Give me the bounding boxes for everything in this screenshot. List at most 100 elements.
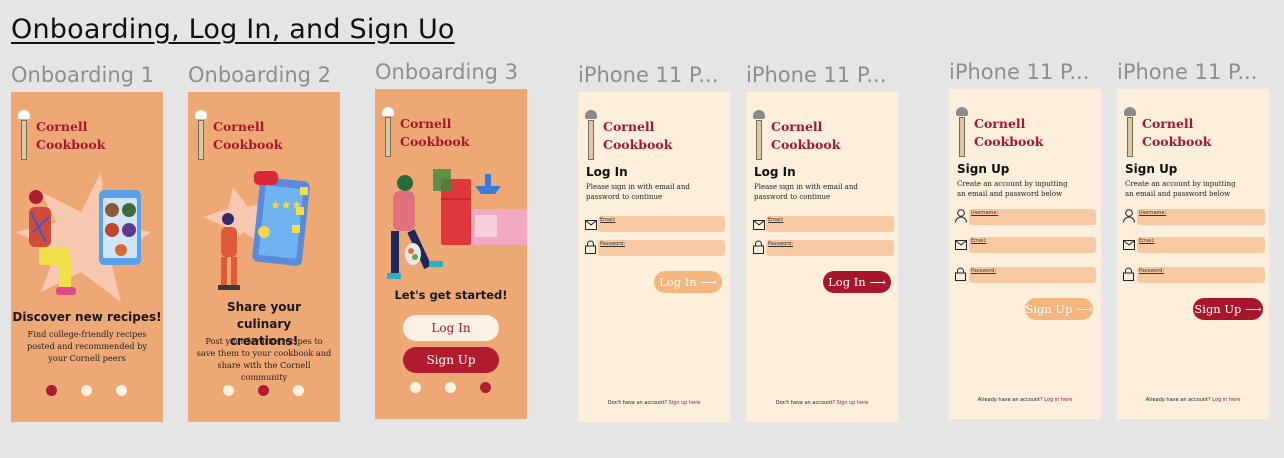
page-dot-2[interactable] — [258, 385, 269, 396]
brand-logo: Cornell Cookbook — [1123, 107, 1211, 157]
signup-link[interactable]: Sign up here — [669, 400, 701, 406]
user-icon — [1123, 209, 1135, 223]
mail-icon — [585, 220, 597, 230]
password-label: Password: — [600, 241, 626, 247]
login-link[interactable]: Log in here — [1212, 397, 1240, 403]
onboarding-headline: Let's get started! — [394, 288, 508, 302]
brand-logo: Cornell Cookbook — [194, 110, 282, 160]
frame-label-login-1[interactable]: iPhone 11 P... — [578, 63, 718, 87]
password-field[interactable]: Password: — [969, 267, 1096, 283]
email-label: Email: — [971, 238, 987, 244]
frame-label-signup-1[interactable]: iPhone 11 P... — [949, 60, 1089, 84]
frame-label-onboarding-1[interactable]: Onboarding 1 — [11, 63, 154, 87]
brand-logo: Cornell Cookbook — [752, 110, 840, 160]
login-subtitle: Please sign in with email and password t… — [586, 183, 690, 201]
brand-line-2: Cookbook — [771, 137, 841, 152]
mail-icon — [753, 220, 765, 230]
arrow-right-icon: ⟶ — [1245, 302, 1262, 316]
login-title: Log In — [754, 165, 796, 179]
page-dot-2[interactable] — [445, 382, 456, 393]
recipes-illustration — [16, 172, 151, 302]
username-field[interactable]: Username: — [1137, 209, 1265, 225]
footer-text: Already have an account? — [1145, 397, 1211, 403]
chef-spoon-icon — [17, 110, 31, 160]
brand-line-1: Cornell — [400, 116, 452, 131]
lock-icon — [753, 240, 764, 254]
page-title: Onboarding, Log In, and Sign Uo — [11, 14, 455, 45]
page-dot-2[interactable] — [81, 385, 92, 396]
share-illustration: ★★★ — [203, 171, 310, 290]
chef-spoon-icon — [752, 110, 766, 160]
frame-onboarding-1[interactable]: Cornell Cookbook Discover new recipes! Fi… — [11, 92, 163, 422]
page-dot-1[interactable] — [46, 385, 57, 396]
frame-signup-empty[interactable]: Cornell Cookbook Sign Up Create an accoun… — [949, 89, 1101, 419]
brand-logo: Cornell Cookbook — [17, 110, 105, 160]
frame-onboarding-3[interactable]: Cornell Cookbook Let's get started! Log I… — [375, 89, 527, 419]
brand-line-1: Cornell — [603, 119, 655, 134]
chef-spoon-icon — [584, 110, 598, 160]
chef-spoon-icon — [1123, 107, 1137, 157]
brand-line-1: Cornell — [36, 119, 88, 134]
frame-login-filled[interactable]: Cornell Cookbook Log In Please sign in wi… — [746, 92, 898, 422]
email-field[interactable]: Email: — [766, 216, 894, 232]
email-field[interactable]: Email: — [1137, 237, 1265, 253]
brand-line-1: Cornell — [213, 119, 265, 134]
frame-onboarding-2[interactable]: Cornell Cookbook ★★★ Share your culinary … — [188, 92, 340, 422]
login-button-label: Log In — [828, 275, 866, 289]
chef-spoon-icon — [955, 107, 969, 157]
arrow-right-icon: ⟶ — [1076, 302, 1093, 316]
password-field[interactable]: Password: — [598, 240, 725, 256]
arrow-right-icon: ⟶ — [700, 275, 717, 289]
email-field[interactable]: Email: — [598, 216, 725, 232]
page-dot-3[interactable] — [480, 382, 491, 393]
login-submit-button[interactable]: Log In ⟶ — [823, 271, 891, 293]
login-submit-button[interactable]: Log In ⟶ — [654, 271, 722, 293]
brand-line-1: Cornell — [771, 119, 823, 134]
signup-button[interactable]: Sign Up — [403, 347, 499, 373]
onboarding-body: Find college-friendly recipes posted and… — [26, 329, 148, 363]
signup-button-label: Sign Up — [1194, 302, 1242, 316]
page-dot-1[interactable] — [410, 382, 421, 393]
signup-link[interactable]: Sign up here — [837, 400, 869, 406]
login-link[interactable]: Log in here — [1044, 397, 1072, 403]
page-dot-3[interactable] — [293, 385, 304, 396]
email-label: Email: — [600, 217, 616, 223]
password-label: Password: — [971, 268, 997, 274]
frame-label-signup-2[interactable]: iPhone 11 P... — [1117, 60, 1257, 84]
username-field[interactable]: Username: — [969, 209, 1096, 225]
brand-line-2: Cookbook — [603, 137, 673, 152]
password-field[interactable]: Password: — [1137, 267, 1265, 283]
login-button[interactable]: Log In — [403, 315, 499, 341]
login-footer: Already have an account? Log in here — [1117, 397, 1269, 403]
frame-label-login-2[interactable]: iPhone 11 P... — [746, 63, 886, 87]
frame-login-empty[interactable]: Cornell Cookbook Log In Please sign in wi… — [578, 92, 730, 422]
signup-title: Sign Up — [1125, 162, 1178, 176]
signup-footer: Don't have an account? Sign up here — [578, 400, 730, 406]
frame-label-onboarding-3[interactable]: Onboarding 3 — [375, 60, 518, 84]
frame-signup-filled[interactable]: Cornell Cookbook Sign Up Create an accoun… — [1117, 89, 1269, 419]
signup-subtitle: Create an account by inputting an email … — [957, 180, 1068, 198]
mail-icon — [1123, 240, 1135, 250]
footer-text: Don't have an account? — [775, 400, 835, 406]
frame-label-onboarding-2[interactable]: Onboarding 2 — [188, 63, 331, 87]
lock-icon — [585, 240, 596, 254]
signup-button-label: Sign Up — [1025, 302, 1073, 316]
password-label: Password: — [768, 241, 794, 247]
email-label: Email: — [768, 217, 784, 223]
page-dot-3[interactable] — [116, 385, 127, 396]
footer-text: Don't have an account? — [607, 400, 667, 406]
chef-spoon-icon — [194, 110, 208, 160]
signup-subtitle: Create an account by inputting an email … — [1125, 180, 1236, 198]
signup-submit-button[interactable]: Sign Up ⟶ — [1025, 298, 1093, 320]
chef-spoon-icon — [381, 107, 395, 157]
user-icon — [955, 209, 967, 223]
email-field[interactable]: Email: — [969, 237, 1096, 253]
brand-line-2: Cookbook — [213, 137, 283, 152]
page-dot-1[interactable] — [223, 385, 234, 396]
kitchen-illustration — [387, 169, 527, 279]
brand-logo: Cornell Cookbook — [584, 110, 672, 160]
brand-line-2: Cookbook — [400, 134, 470, 149]
footer-text: Already have an account? — [977, 397, 1043, 403]
signup-submit-button[interactable]: Sign Up ⟶ — [1193, 298, 1263, 320]
password-field[interactable]: Password: — [766, 240, 894, 256]
